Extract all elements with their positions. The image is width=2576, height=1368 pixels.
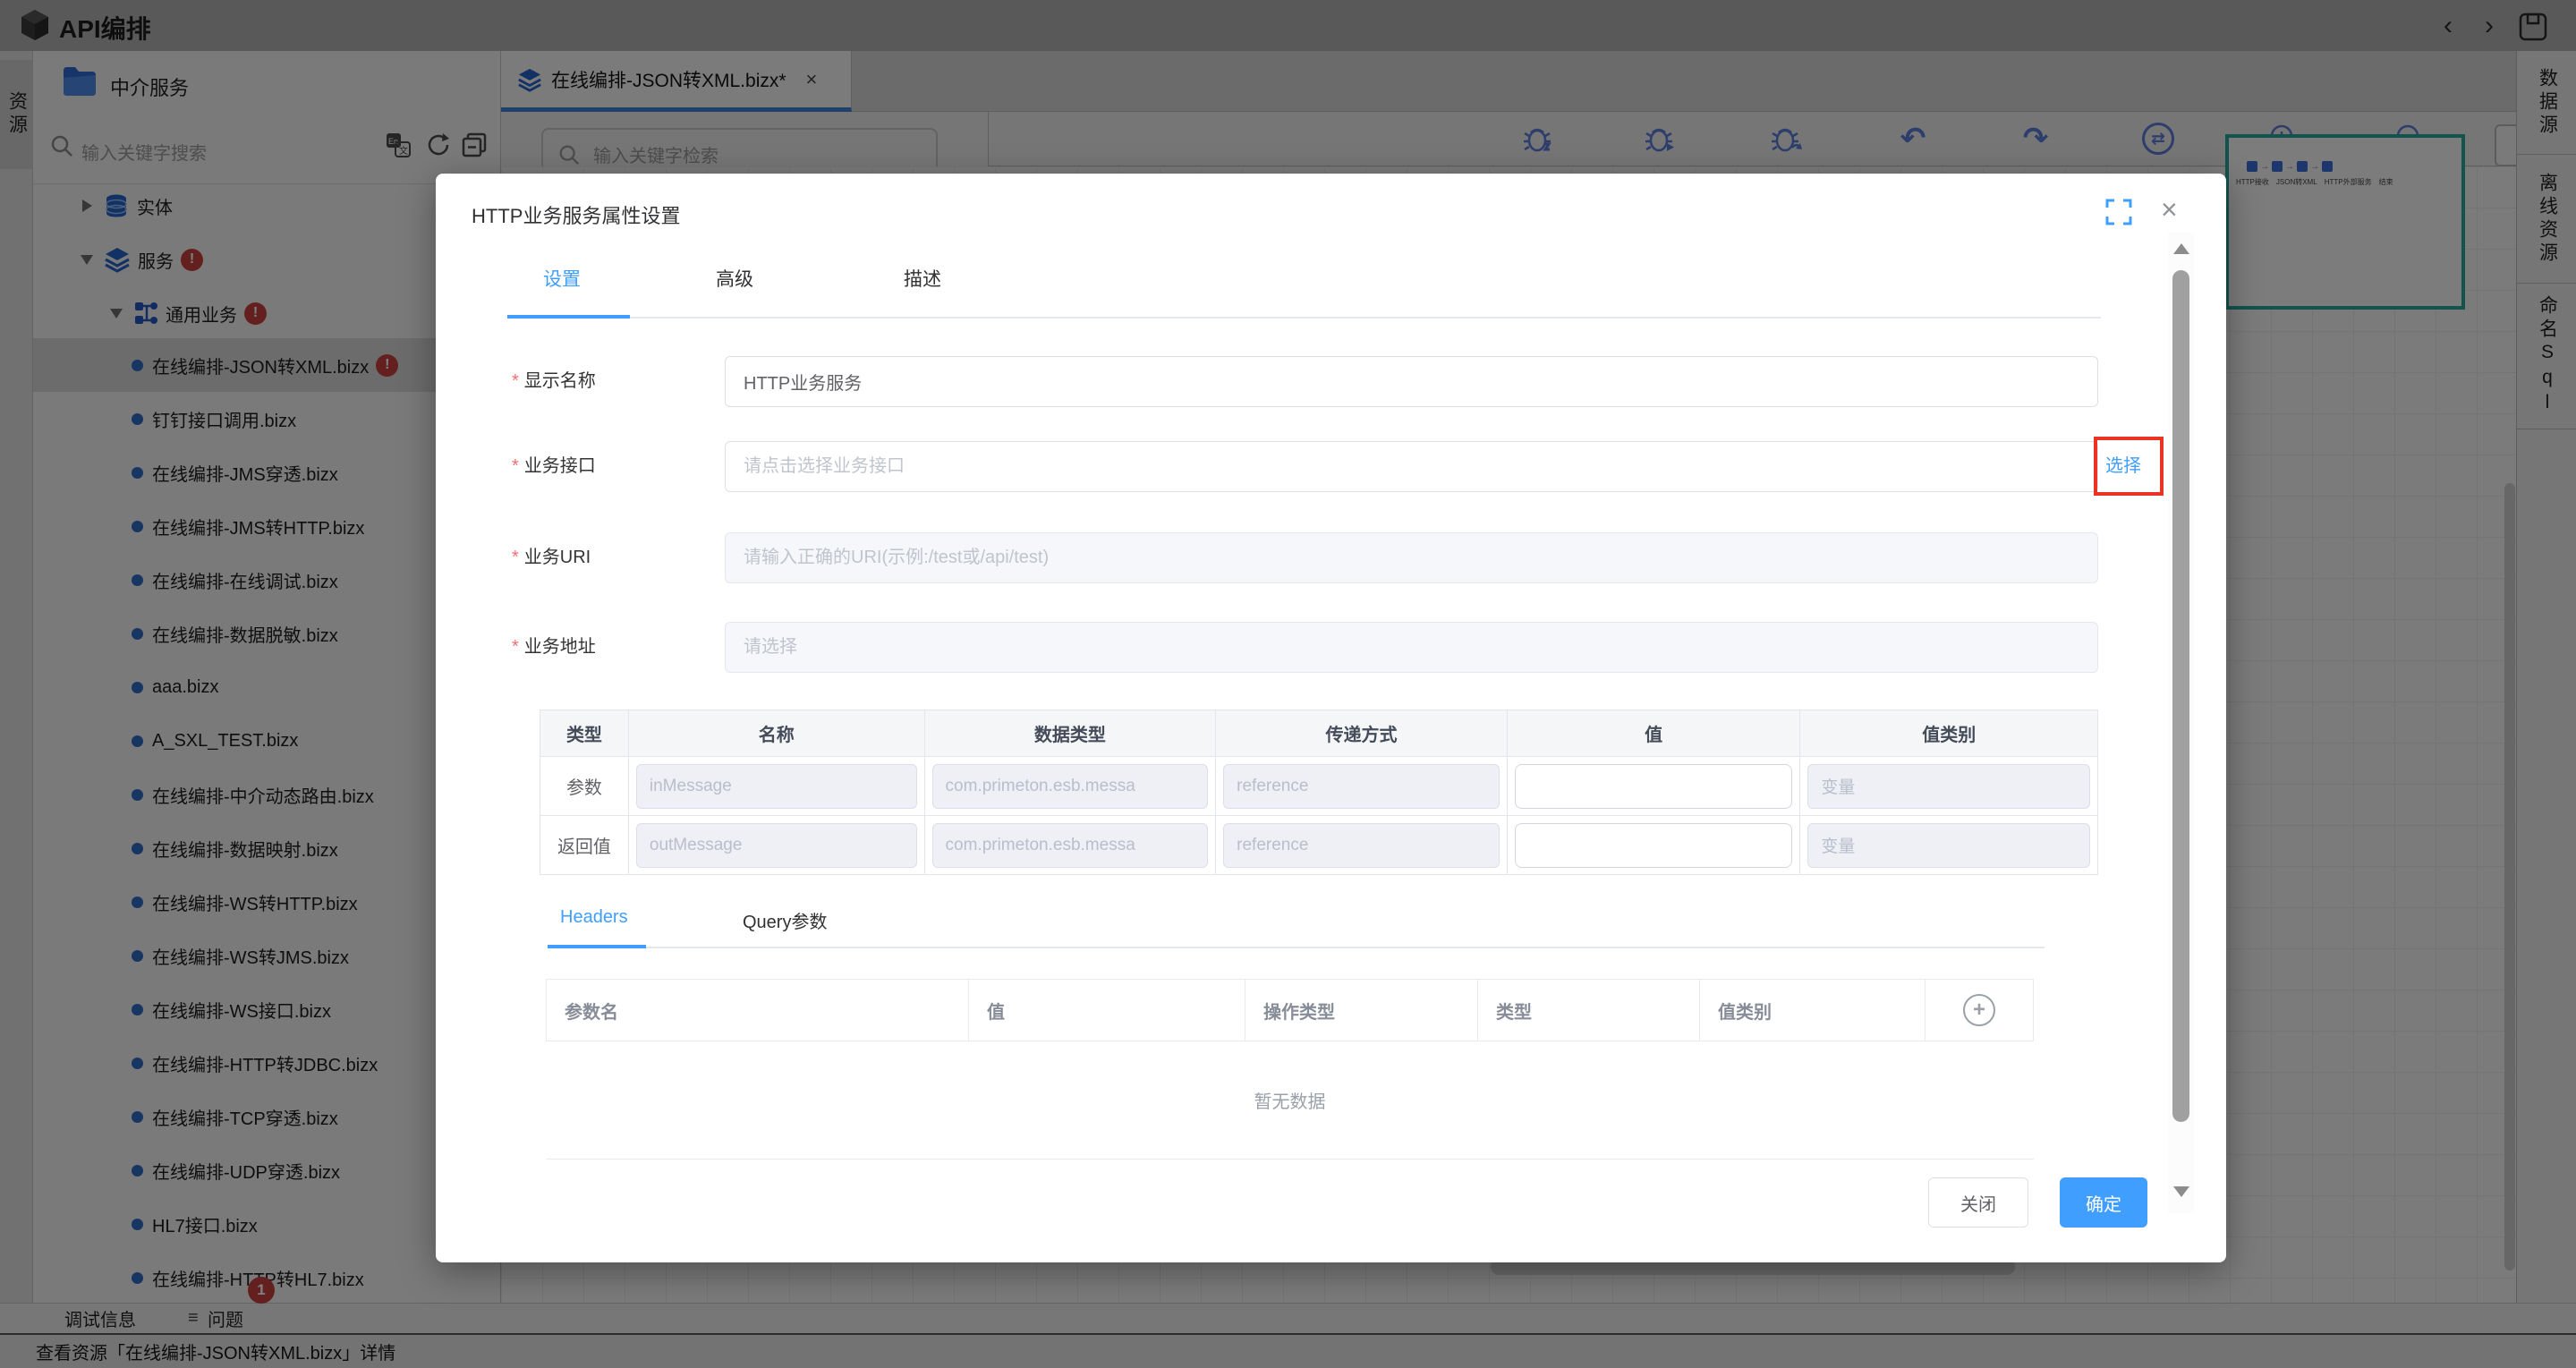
required-marker: * xyxy=(512,637,519,657)
param-type: 参数 xyxy=(566,773,602,799)
close-button[interactable]: 关闭 xyxy=(1928,1177,2028,1228)
field-label: 业务地址 xyxy=(524,637,596,657)
tab-advanced[interactable]: 高级 xyxy=(716,265,753,292)
param-passmode-field: reference xyxy=(1223,823,1500,868)
param-value-input[interactable] xyxy=(1515,764,1793,809)
field-label: 显示名称 xyxy=(524,371,596,391)
active-subtab-underline xyxy=(548,945,646,948)
empty-state-text: 暂无数据 xyxy=(546,1041,2034,1160)
scroll-down-icon[interactable] xyxy=(2173,1186,2189,1197)
tab-query-params[interactable]: Query参数 xyxy=(743,907,827,933)
param-type: 返回值 xyxy=(557,832,611,858)
column-header: 数据类型 xyxy=(925,710,1217,757)
display-name-input[interactable] xyxy=(725,356,2098,407)
tab-divider xyxy=(507,317,2101,319)
column-header: 值 xyxy=(1508,710,1801,757)
add-row-icon[interactable]: + xyxy=(1963,994,1995,1026)
column-header: 参数名 xyxy=(546,980,969,1041)
column-header: 值类别 xyxy=(1700,980,1926,1041)
required-marker: * xyxy=(512,548,519,567)
address-input[interactable] xyxy=(725,622,2098,673)
close-icon[interactable]: × xyxy=(2161,193,2178,226)
column-header: 操作类型 xyxy=(1245,980,1478,1041)
form-row-display-name: *显示名称 xyxy=(436,356,2226,407)
param-passmode-field: reference xyxy=(1223,764,1500,809)
field-label: 业务URI xyxy=(524,548,591,567)
column-header: 值 xyxy=(969,980,1245,1041)
active-tab-underline xyxy=(507,315,630,319)
uri-input[interactable] xyxy=(725,532,2098,583)
required-marker: * xyxy=(512,371,519,391)
param-value-input[interactable] xyxy=(1515,823,1793,868)
dialog-title: HTTP业务服务属性设置 xyxy=(472,200,680,229)
params-table-header: 类型 名称 数据类型 传递方式 值 值类别 xyxy=(540,710,2097,757)
param-valuekind-field: 变量 xyxy=(1807,823,2090,868)
param-datatype-field: com.primeton.esb.messa xyxy=(932,823,1209,868)
properties-dialog: HTTP业务服务属性设置 × 设置 高级 描述 *显示名称 *业务接口 选择 *… xyxy=(436,174,2226,1262)
param-name-field: outMessage xyxy=(636,823,917,868)
form-row-uri: * 业务URI xyxy=(436,532,2226,583)
field-label: 业务接口 xyxy=(524,456,596,476)
fullscreen-icon[interactable] xyxy=(2105,199,2132,225)
tab-settings[interactable]: 设置 xyxy=(543,265,581,292)
tab-headers[interactable]: Headers xyxy=(560,907,628,928)
headers-table: 参数名 值 操作类型 类型 值类别 + 暂无数据 xyxy=(546,979,2034,1160)
interface-input[interactable] xyxy=(725,441,2098,492)
required-marker: * xyxy=(512,456,519,476)
params-table: 类型 名称 数据类型 传递方式 值 值类别 参数 inMessage com.p… xyxy=(540,709,2098,875)
column-header: 传递方式 xyxy=(1216,710,1508,757)
form-row-interface: *业务接口 xyxy=(436,441,2226,492)
column-header: 类型 xyxy=(540,710,629,757)
confirm-button[interactable]: 确定 xyxy=(2060,1177,2147,1228)
scroll-up-icon[interactable] xyxy=(2173,243,2189,254)
table-row: 返回值 outMessage com.primeton.esb.messa re… xyxy=(540,816,2097,875)
column-header: 类型 xyxy=(1478,980,1700,1041)
annotation-highlight-box xyxy=(2094,437,2164,496)
modal-scrollbar[interactable] xyxy=(2168,233,2194,1213)
table-row: 参数 inMessage com.primeton.esb.messa refe… xyxy=(540,757,2097,816)
column-header: 名称 xyxy=(629,710,925,757)
tab-description[interactable]: 描述 xyxy=(904,265,941,292)
param-datatype-field: com.primeton.esb.messa xyxy=(932,764,1209,809)
headers-table-header: 参数名 值 操作类型 类型 值类别 + xyxy=(546,979,2034,1041)
subtab-divider xyxy=(548,947,2045,948)
param-name-field: inMessage xyxy=(636,764,917,809)
form-row-address: *业务地址 xyxy=(436,622,2226,673)
param-valuekind-field: 变量 xyxy=(1807,764,2090,809)
column-header: 值类别 xyxy=(1800,710,2097,757)
scrollbar-thumb[interactable] xyxy=(2172,270,2189,1122)
